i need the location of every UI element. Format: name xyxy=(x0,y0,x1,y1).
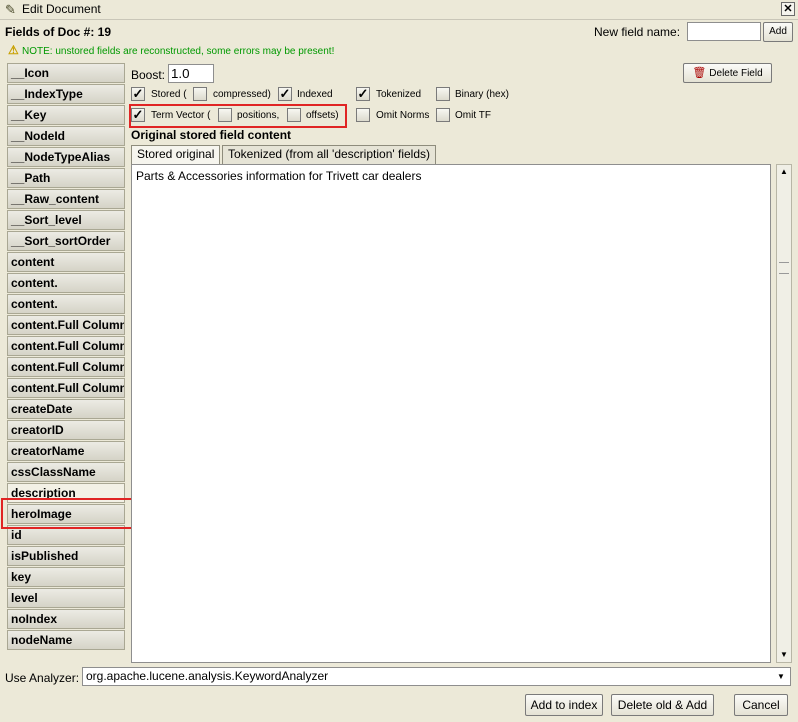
field-list-item[interactable]: __Path xyxy=(7,168,125,188)
field-list-item[interactable]: __NodeId xyxy=(7,126,125,146)
boost-input[interactable] xyxy=(168,64,214,83)
document-edit-icon: ✎ xyxy=(5,2,16,17)
omit-tf-label: Omit TF xyxy=(455,110,491,121)
field-list-item[interactable]: content.Full Column xyxy=(7,336,125,356)
tokenized-label: Tokenized xyxy=(376,89,422,100)
field-list-item[interactable]: noIndex xyxy=(7,609,125,629)
field-list-item[interactable]: key xyxy=(7,567,125,587)
title-bar: ✎ Edit Document ✕ xyxy=(0,0,798,20)
boost-label: Boost: xyxy=(131,68,166,82)
add-to-index-button[interactable]: Add to index xyxy=(525,694,603,716)
content-scrollbar[interactable]: ▲ ▼ xyxy=(776,164,792,663)
omit-norms-label: Omit Norms xyxy=(376,110,430,121)
field-list-item[interactable]: __Key xyxy=(7,105,125,125)
scroll-grip[interactable] xyxy=(779,262,789,274)
chevron-down-icon[interactable]: ▼ xyxy=(774,669,788,684)
add-field-button[interactable]: Add xyxy=(763,22,793,42)
field-list-item[interactable]: isPublished xyxy=(7,546,125,566)
tab-stored-original[interactable]: Stored original xyxy=(131,145,221,165)
warning-icon: ⚠ xyxy=(8,43,19,57)
field-list-item[interactable]: creatorName xyxy=(7,441,125,461)
compressed-checkbox[interactable] xyxy=(193,87,207,101)
trash-icon: 🗑 xyxy=(692,67,707,79)
new-field-label: New field name: xyxy=(594,25,681,39)
field-list-item[interactable]: content.Full Column xyxy=(7,378,125,398)
field-content-textarea[interactable]: Parts & Accessories information for Triv… xyxy=(131,164,771,663)
selected-field-highlight xyxy=(1,498,136,529)
indexed-checkbox[interactable]: ✓ xyxy=(278,87,292,101)
new-field-input[interactable] xyxy=(687,22,761,41)
analyzer-select[interactable]: org.apache.lucene.analysis.KeywordAnalyz… xyxy=(82,667,791,686)
indexed-label: Indexed xyxy=(297,89,333,100)
omit-tf-checkbox[interactable] xyxy=(436,108,450,122)
binary-checkbox[interactable] xyxy=(436,87,450,101)
delete-field-label: Delete Field xyxy=(709,68,763,79)
field-list-item[interactable]: __Sort_level xyxy=(7,210,125,230)
term-vector-highlight xyxy=(129,104,347,128)
field-list-item[interactable]: __Sort_sortOrder xyxy=(7,231,125,251)
analyzer-value: org.apache.lucene.analysis.KeywordAnalyz… xyxy=(86,669,329,683)
field-list-item[interactable]: createDate xyxy=(7,399,125,419)
delete-field-button[interactable]: 🗑 Delete Field xyxy=(683,63,772,83)
field-list-item[interactable]: content. xyxy=(7,273,125,293)
field-list-item[interactable]: __Icon xyxy=(7,63,125,83)
tab-tokenized[interactable]: Tokenized (from all 'description' fields… xyxy=(222,145,436,164)
field-list-item[interactable]: content xyxy=(7,252,125,272)
analyzer-label: Use Analyzer: xyxy=(5,671,80,685)
field-list-item[interactable]: __NodeTypeAlias xyxy=(7,147,125,167)
compressed-label: compressed) xyxy=(213,89,271,100)
scroll-down-icon[interactable]: ▼ xyxy=(777,648,791,662)
binary-label: Binary (hex) xyxy=(455,89,509,100)
field-list-item[interactable]: cssClassName xyxy=(7,462,125,482)
field-list-item[interactable]: content.Full Column xyxy=(7,315,125,335)
window-title: Edit Document xyxy=(22,2,101,16)
cancel-button[interactable]: Cancel xyxy=(734,694,788,716)
field-list-item[interactable]: level xyxy=(7,588,125,608)
field-list-item[interactable]: content.Full Column xyxy=(7,357,125,377)
field-list-item[interactable]: __IndexType xyxy=(7,84,125,104)
reconstruction-note: ⚠ NOTE: unstored fields are reconstructed… xyxy=(8,43,334,57)
field-list-item[interactable]: content. xyxy=(7,294,125,314)
delete-old-add-button[interactable]: Delete old & Add xyxy=(611,694,714,716)
content-section-title: Original stored field content xyxy=(131,128,292,142)
note-text: NOTE: unstored fields are reconstructed,… xyxy=(22,46,335,57)
field-list-item[interactable]: __Raw_content xyxy=(7,189,125,209)
stored-label: Stored ( xyxy=(151,89,187,100)
field-list: __Icon __IndexType __Key __NodeId __Node… xyxy=(7,63,125,665)
page-title: Fields of Doc #: 19 xyxy=(5,25,112,39)
omit-norms-checkbox[interactable] xyxy=(356,108,370,122)
close-icon[interactable]: ✕ xyxy=(781,2,795,16)
stored-checkbox[interactable]: ✓ xyxy=(131,87,145,101)
field-list-item[interactable]: nodeName xyxy=(7,630,125,650)
scroll-up-icon[interactable]: ▲ xyxy=(777,165,791,179)
tokenized-checkbox[interactable]: ✓ xyxy=(356,87,370,101)
field-list-item[interactable]: creatorID xyxy=(7,420,125,440)
